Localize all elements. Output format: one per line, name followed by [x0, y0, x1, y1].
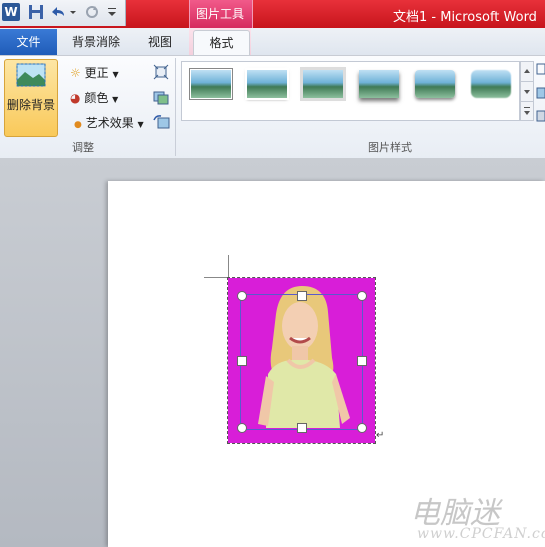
style-thumbnail-drop-shadow[interactable]: [359, 70, 399, 98]
picture-border-icon[interactable]: [534, 61, 545, 131]
chevron-down-icon: ▼: [112, 70, 119, 79]
word-app-icon[interactable]: W: [2, 3, 20, 21]
artistic-effects-label: 艺术效果: [85, 116, 134, 130]
background-removal-marquee[interactable]: [240, 294, 363, 430]
change-picture-icon[interactable]: [153, 89, 169, 109]
group-divider: [175, 58, 176, 156]
style-thumbnail-beveled[interactable]: [245, 68, 289, 100]
corrections-label: 更正: [84, 66, 109, 80]
resize-handle-left[interactable]: [237, 356, 247, 366]
picture-tools-title: 图片工具: [195, 7, 244, 21]
tab-file[interactable]: 文件: [0, 29, 57, 55]
artistic-effects-icon: ●: [74, 120, 82, 130]
document-title: 文档1 - Microsoft Word: [393, 10, 537, 25]
chevron-down-icon: ▼: [112, 95, 119, 104]
chevron-down-icon: ▼: [137, 120, 144, 129]
margin-crop-mark: [228, 255, 229, 277]
gallery-scroll-down-button[interactable]: [520, 81, 534, 102]
resize-handle-top-right[interactable]: [357, 291, 367, 301]
picture-styles-group-label: 图片样式: [368, 141, 412, 154]
resize-handle-bottom-left[interactable]: [237, 423, 247, 433]
artistic-effects-button[interactable]: ● 艺术效果 ▼: [74, 114, 144, 131]
palette-icon: ◕: [70, 91, 81, 105]
paragraph-mark: ↵: [376, 430, 385, 441]
resize-handle-bottom-right[interactable]: [357, 423, 367, 433]
sun-icon: ☼: [70, 66, 81, 80]
tab-view[interactable]: 视图: [148, 33, 172, 50]
picture-styles-gallery: [181, 61, 520, 121]
tab-background-removal[interactable]: 背景消除: [72, 33, 120, 50]
gallery-scroll-up-button[interactable]: [520, 61, 534, 82]
redo-icon[interactable]: [83, 3, 101, 21]
resize-handle-bottom[interactable]: [297, 423, 307, 433]
style-thumbnail-rounded[interactable]: [415, 70, 455, 98]
color-label: 颜色: [84, 91, 109, 105]
quick-access-toolbar: W: [0, 0, 126, 26]
margin-crop-mark: [204, 277, 228, 278]
adjust-group-label: 调整: [72, 141, 94, 154]
resize-handle-top-left[interactable]: [237, 291, 247, 301]
color-button[interactable]: ◕ 颜色 ▼: [70, 89, 118, 106]
reset-picture-icon[interactable]: [153, 114, 171, 134]
site-watermark-url: www.CPCFAN.com: [417, 526, 545, 542]
resize-handle-right[interactable]: [357, 356, 367, 366]
undo-icon[interactable]: [48, 3, 76, 21]
corrections-button[interactable]: ☼ 更正 ▼: [70, 64, 119, 81]
gallery-more-button[interactable]: [520, 101, 534, 121]
save-icon[interactable]: [27, 3, 45, 21]
remove-background-icon: [16, 63, 46, 87]
style-thumbnail-thick-frame[interactable]: [300, 67, 346, 101]
customize-toolbar-icon[interactable]: [106, 3, 124, 21]
compress-pictures-icon[interactable]: [153, 64, 169, 84]
remove-background-label: 删除背景: [6, 98, 55, 112]
style-thumbnail-soft-edge[interactable]: [471, 70, 511, 98]
style-thumbnail-simple-frame[interactable]: [190, 69, 232, 99]
resize-handle-top[interactable]: [297, 291, 307, 301]
tab-format[interactable]: 格式: [193, 30, 250, 57]
